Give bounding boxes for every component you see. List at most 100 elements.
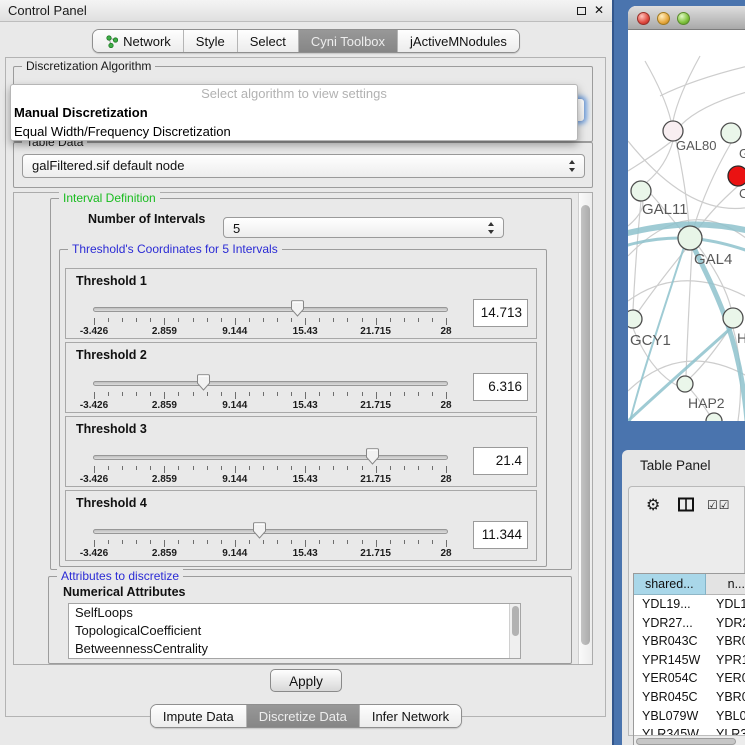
- slider-tick: [136, 318, 137, 322]
- tab-select[interactable]: Select: [237, 30, 298, 52]
- cell-name[interactable]: YPR1...: [712, 651, 745, 670]
- column-header-shared-name[interactable]: shared...: [634, 574, 706, 595]
- table-row[interactable]: YER054CYER0...: [634, 669, 745, 688]
- network-node[interactable]: [723, 308, 743, 328]
- node-attribute-table[interactable]: shared... n... YDL19...YDL1...YDR27...YD…: [633, 573, 745, 745]
- select-columns-checkboxes-icon[interactable]: ☑☑: [707, 498, 731, 512]
- slider-tick: [193, 318, 194, 322]
- threshold-1-value-field[interactable]: 14.713: [473, 299, 528, 327]
- network-node[interactable]: [677, 376, 693, 392]
- slider-tick: [404, 318, 405, 322]
- scrollbar-thumb[interactable]: [636, 738, 736, 745]
- threshold-1-slider-thumb[interactable]: [290, 300, 305, 317]
- network-window-titlebar[interactable]: [628, 6, 745, 30]
- slider-tick: [376, 318, 377, 325]
- close-icon[interactable]: ✕: [594, 3, 604, 17]
- tab-infer-network[interactable]: Infer Network: [359, 705, 461, 727]
- threshold-2-slider-thumb[interactable]: [196, 374, 211, 391]
- tab-cyni-toolbox[interactable]: Cyni Toolbox: [298, 30, 397, 52]
- zoom-traffic-light-icon[interactable]: [677, 12, 690, 25]
- minimize-traffic-light-icon[interactable]: [657, 12, 670, 25]
- vertical-scrollbar[interactable]: [578, 193, 592, 664]
- network-edge[interactable]: [638, 249, 686, 312]
- network-node[interactable]: [728, 166, 745, 186]
- cell-name[interactable]: YDL1...: [712, 595, 745, 614]
- cell-name[interactable]: YBL0...: [712, 707, 745, 726]
- slider-tick: [235, 466, 236, 473]
- table-row[interactable]: YDL19...YDL1...: [634, 595, 745, 614]
- slider-tick: [235, 540, 236, 547]
- table-row[interactable]: YPR145WYPR1...: [634, 651, 745, 670]
- network-edge[interactable]: [694, 143, 731, 227]
- threshold-3-value-field[interactable]: 21.4: [473, 447, 528, 475]
- network-edge[interactable]: [686, 250, 692, 376]
- slider-tick-label: 9.144: [222, 326, 247, 337]
- attributes-list-scrollbar[interactable]: [509, 604, 520, 658]
- tab-network[interactable]: Network: [93, 30, 183, 52]
- float-window-icon[interactable]: [577, 7, 586, 15]
- cell-name[interactable]: YDR2...: [712, 614, 745, 633]
- apply-button[interactable]: Apply: [270, 669, 342, 692]
- network-node[interactable]: [631, 181, 651, 201]
- scrollbar-thumb[interactable]: [512, 606, 519, 636]
- slider-tick: [432, 540, 433, 544]
- column-header-name[interactable]: n...: [706, 574, 745, 595]
- threshold-2-panel: Threshold 2 -3.4262.8599.14415.4321.7152…: [65, 342, 537, 413]
- scrollbar-thumb[interactable]: [581, 205, 590, 645]
- gear-icon[interactable]: ⚙: [646, 495, 660, 514]
- network-node[interactable]: [721, 123, 741, 143]
- network-node[interactable]: [678, 226, 702, 250]
- cell-name[interactable]: YER0...: [712, 669, 745, 688]
- attributes-group: Attributes to discretize Numerical Attri…: [48, 576, 572, 664]
- table-horizontal-scrollbar[interactable]: [634, 735, 745, 745]
- tab-label: Network: [123, 34, 171, 49]
- network-node[interactable]: [628, 310, 642, 328]
- network-canvas[interactable]: GAL80GAGAL11CYGAL4GCY1HAHAP2: [628, 31, 745, 421]
- network-edge[interactable]: [660, 61, 745, 96]
- table-row[interactable]: YBL079WYBL0...: [634, 707, 745, 726]
- network-graph: GAL80GAGAL11CYGAL4GCY1HAHAP2: [628, 31, 745, 421]
- cell-shared-name[interactable]: YBL079W: [634, 707, 712, 726]
- slider-tick: [235, 318, 236, 325]
- threshold-4-slider-thumb[interactable]: [252, 522, 267, 539]
- cell-shared-name[interactable]: YPR145W: [634, 651, 712, 670]
- threshold-3-slider-thumb[interactable]: [365, 448, 380, 465]
- popup-option-equal-width-frequency[interactable]: Equal Width/Frequency Discretization: [11, 122, 577, 141]
- network-edge[interactable]: [645, 61, 671, 121]
- cell-name[interactable]: YBR0...: [712, 688, 745, 707]
- slider-tick: [221, 318, 222, 322]
- attribute-item[interactable]: SelfLoops: [69, 604, 520, 622]
- tab-jactivemnodules[interactable]: jActiveMNodules: [397, 30, 519, 52]
- cell-shared-name[interactable]: YBR043C: [634, 632, 712, 651]
- table-row[interactable]: YBR043CYBR0...: [634, 632, 745, 651]
- cell-shared-name[interactable]: YDL19...: [634, 595, 712, 614]
- network-node-label: HAP2: [688, 395, 725, 411]
- slider-tick: [263, 392, 264, 396]
- close-traffic-light-icon[interactable]: [637, 12, 650, 25]
- network-node[interactable]: [706, 413, 722, 421]
- threshold-2-value-field[interactable]: 6.316: [473, 373, 528, 401]
- table-data-combobox[interactable]: galFiltered.sif default node: [22, 154, 585, 178]
- table-panel-window: Table Panel ⚙ ☑☑ shared... n... YDL19...…: [622, 450, 745, 745]
- attribute-item[interactable]: BetweennessCentrality: [69, 640, 520, 658]
- table-row[interactable]: YDR27...YDR2...: [634, 614, 745, 633]
- popup-option-manual-discretization[interactable]: Manual Discretization: [11, 103, 577, 122]
- cell-shared-name[interactable]: YBR045C: [634, 688, 712, 707]
- tab-discretize-data[interactable]: Discretize Data: [246, 705, 359, 727]
- tab-style[interactable]: Style: [183, 30, 237, 52]
- network-edge[interactable]: [681, 86, 745, 125]
- columns-icon[interactable]: [677, 496, 695, 519]
- cell-shared-name[interactable]: YER054C: [634, 669, 712, 688]
- network-node-label: CY: [739, 186, 745, 201]
- slider-tick-label: 28: [440, 474, 451, 485]
- table-row[interactable]: YBR045CYBR0...: [634, 688, 745, 707]
- slider-tick: [376, 540, 377, 547]
- attribute-item[interactable]: TopologicalCoefficient: [69, 622, 520, 640]
- cell-name[interactable]: YBR0...: [712, 632, 745, 651]
- numerical-attributes-list[interactable]: SelfLoopsTopologicalCoefficientBetweenne…: [68, 603, 521, 659]
- cell-shared-name[interactable]: YDR27...: [634, 614, 712, 633]
- slider-tick: [432, 318, 433, 322]
- tab-impute-data[interactable]: Impute Data: [151, 705, 246, 727]
- threshold-4-value-field[interactable]: 11.344: [473, 521, 528, 549]
- number-of-intervals-combobox[interactable]: 5: [223, 217, 504, 238]
